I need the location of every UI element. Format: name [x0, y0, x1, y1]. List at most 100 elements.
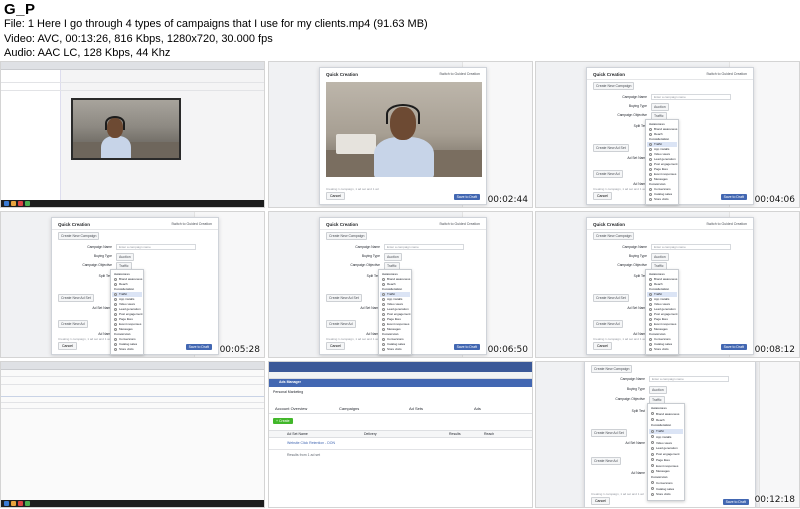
dropdown-option[interactable]: Brand awareness: [649, 127, 677, 131]
dropdown-option[interactable]: Conversions: [649, 337, 671, 341]
create-campaign-button[interactable]: Create New Campaign: [593, 82, 635, 90]
col-results[interactable]: Results: [449, 432, 461, 436]
thumbnail-7[interactable]: [0, 361, 265, 508]
cancel-button[interactable]: Cancel: [326, 192, 345, 200]
cancel-button[interactable]: Cancel: [58, 342, 77, 350]
create-ad-button[interactable]: Create New Ad: [58, 320, 88, 328]
dropdown-option[interactable]: Reach: [382, 282, 396, 286]
dropdown-option[interactable]: Reach: [649, 282, 663, 286]
create-campaign-button[interactable]: Create New Campaign: [326, 232, 368, 240]
create-ad-button[interactable]: Create New Ad: [326, 320, 356, 328]
buying-type-select[interactable]: Auction: [649, 386, 667, 394]
create-campaign-button[interactable]: Create New Campaign: [593, 232, 635, 240]
dropdown-option[interactable]: Lead generation: [651, 446, 678, 450]
thumbnail-2[interactable]: Quick Creation Switch to Guided Creation…: [268, 61, 533, 208]
dropdown-option[interactable]: Page likes: [649, 167, 668, 171]
dropdown-option[interactable]: Post engagement: [651, 452, 680, 456]
buying-type-select[interactable]: Auction: [651, 103, 669, 111]
dropdown-option[interactable]: Brand awareness: [382, 277, 410, 281]
create-adset-button[interactable]: Create New Ad Set: [591, 429, 627, 437]
dropdown-option[interactable]: Reach: [114, 282, 128, 286]
save-to-draft-button[interactable]: Save to Draft: [453, 194, 480, 200]
campaign-name-input[interactable]: Enter a campaign name: [649, 376, 729, 382]
dropdown-option[interactable]: App installs: [649, 147, 669, 151]
dropdown-option[interactable]: Video views: [382, 302, 403, 306]
cancel-button[interactable]: Cancel: [593, 342, 612, 350]
save-to-draft-button[interactable]: Save to Draft: [720, 344, 747, 350]
dropdown-option[interactable]: Conversions: [114, 337, 136, 341]
campaign-name-input[interactable]: Enter a campaign name: [116, 244, 196, 250]
create-button[interactable]: + Create: [273, 418, 293, 424]
thumbnail-1[interactable]: [0, 61, 265, 208]
tab-ad-sets[interactable]: Ad Sets: [409, 406, 423, 411]
dropdown-option[interactable]: Lead generation: [649, 157, 676, 161]
buying-type-select[interactable]: Auction: [116, 253, 134, 261]
dropdown-option[interactable]: Page likes: [382, 317, 401, 321]
save-to-draft-button[interactable]: Save to Draft: [185, 344, 212, 350]
dropdown-option[interactable]: Store visits: [114, 347, 134, 351]
cancel-button[interactable]: Cancel: [591, 497, 610, 505]
save-to-draft-button[interactable]: Save to Draft: [720, 194, 747, 200]
create-adset-button[interactable]: Create New Ad Set: [593, 144, 629, 152]
create-campaign-button[interactable]: Create New Campaign: [58, 232, 100, 240]
objective-dropdown[interactable]: Awareness Brand awareness Reach Considerati…: [110, 269, 144, 355]
dropdown-option[interactable]: Reach: [651, 418, 665, 422]
switch-guided-link[interactable]: Switch to Guided Creation: [439, 72, 480, 76]
switch-guided-link[interactable]: Switch to Guided Creation: [706, 72, 747, 76]
col-reach[interactable]: Reach: [484, 432, 494, 436]
buying-type-select[interactable]: Auction: [651, 253, 669, 261]
dropdown-option[interactable]: Conversions: [651, 481, 673, 485]
dropdown-option[interactable]: Traffic: [382, 292, 395, 296]
dropdown-option[interactable]: Catalog sales: [651, 487, 674, 491]
campaign-name-input[interactable]: Enter a campaign name: [651, 244, 731, 250]
dropdown-option[interactable]: Store visits: [649, 197, 669, 201]
objective-dropdown[interactable]: Awareness Brand awareness Reach Considerati…: [645, 269, 679, 355]
switch-guided-link[interactable]: Switch to Guided Creation: [439, 222, 480, 226]
dropdown-option[interactable]: Brand awareness: [649, 277, 677, 281]
switch-guided-link[interactable]: Switch to Guided Creation: [706, 222, 747, 226]
dropdown-option[interactable]: Catalog sales: [649, 192, 672, 196]
create-ad-button[interactable]: Create New Ad: [593, 170, 623, 178]
table-row[interactable]: Website Click Retention - DON: [287, 441, 335, 445]
dropdown-option[interactable]: Messages: [382, 327, 401, 331]
create-ad-button[interactable]: Create New Ad: [591, 457, 621, 465]
dropdown-option[interactable]: Event responses: [382, 322, 409, 326]
dropdown-option[interactable]: Messages: [649, 327, 668, 331]
dropdown-option[interactable]: Video views: [651, 441, 672, 445]
objective-dropdown[interactable]: Awareness Brand awareness Reach Considerati…: [647, 403, 685, 501]
thumbnail-9[interactable]: Create New Campaign Campaign Name Enter …: [535, 361, 800, 508]
dropdown-option[interactable]: Post engagement: [649, 162, 678, 166]
dropdown-option[interactable]: Page likes: [651, 458, 670, 462]
save-to-draft-button[interactable]: Save to Draft: [722, 499, 749, 505]
dropdown-option[interactable]: App installs: [651, 435, 671, 439]
dropdown-option[interactable]: App installs: [382, 297, 402, 301]
dropdown-option[interactable]: Traffic: [649, 292, 662, 296]
dropdown-option[interactable]: Event responses: [649, 172, 676, 176]
dropdown-option[interactable]: Video views: [649, 152, 670, 156]
dropdown-option[interactable]: Store visits: [382, 347, 402, 351]
account-name[interactable]: Personal Marketing: [273, 390, 303, 394]
dropdown-option[interactable]: App installs: [649, 297, 669, 301]
cancel-button[interactable]: Cancel: [326, 342, 345, 350]
dropdown-option[interactable]: Post engagement: [114, 312, 143, 316]
dropdown-option[interactable]: Page likes: [114, 317, 133, 321]
dropdown-option[interactable]: Lead generation: [382, 307, 409, 311]
dropdown-option[interactable]: Page likes: [649, 317, 668, 321]
col-adset-name[interactable]: Ad Set Name: [287, 432, 308, 436]
thumbnail-5[interactable]: Quick Creation Switch to Guided Creation…: [268, 211, 533, 358]
tab-ads[interactable]: Ads: [474, 406, 481, 411]
dropdown-option[interactable]: Messages: [651, 469, 670, 473]
dropdown-option[interactable]: Store visits: [651, 492, 671, 496]
campaign-name-input[interactable]: Enter a campaign name: [651, 94, 731, 100]
objective-dropdown[interactable]: Awareness Brand awareness Reach Considerati…: [378, 269, 412, 355]
tab-campaigns[interactable]: Campaigns: [339, 406, 359, 411]
create-ad-button[interactable]: Create New Ad: [593, 320, 623, 328]
dropdown-option[interactable]: Messages: [114, 327, 133, 331]
dropdown-option[interactable]: Traffic: [114, 292, 127, 296]
dropdown-option[interactable]: Store visits: [649, 347, 669, 351]
dropdown-option[interactable]: Traffic: [651, 429, 664, 433]
dropdown-option[interactable]: Messages: [649, 177, 668, 181]
cancel-button[interactable]: Cancel: [593, 192, 612, 200]
create-adset-button[interactable]: Create New Ad Set: [326, 294, 362, 302]
create-campaign-button[interactable]: Create New Campaign: [591, 365, 633, 373]
